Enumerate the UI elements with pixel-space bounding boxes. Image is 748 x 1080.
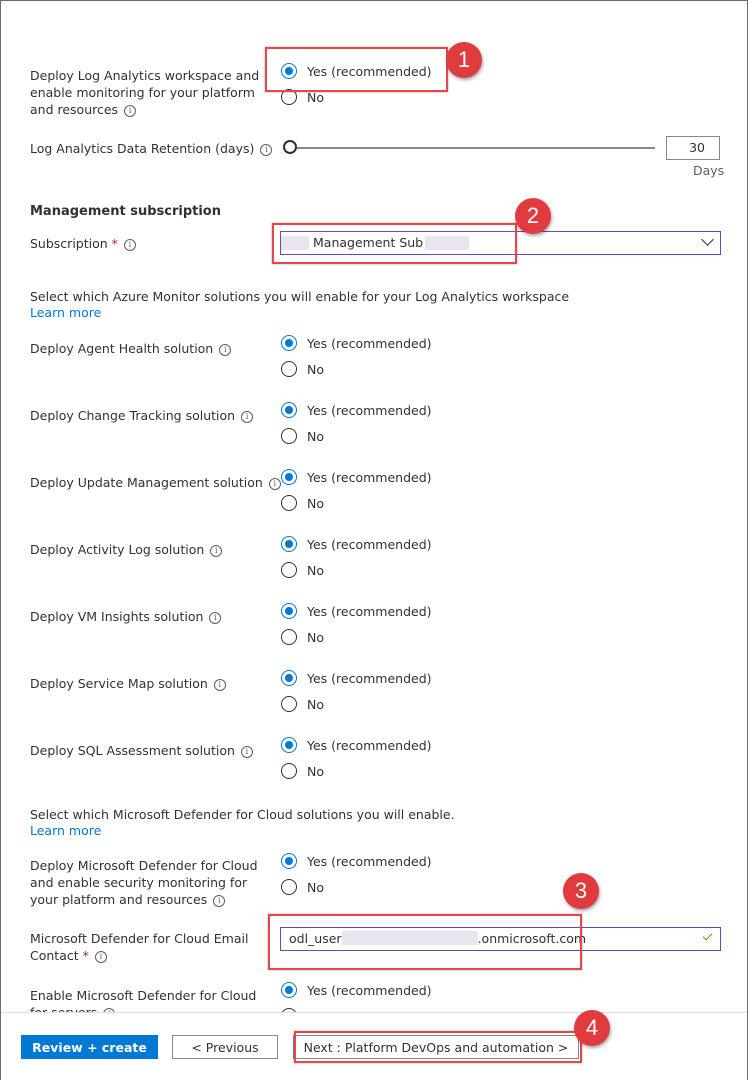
chevron-down-icon <box>701 233 714 246</box>
radio-empty-icon <box>281 696 297 712</box>
defender-yes-radio[interactable]: Yes (recommended) <box>281 852 432 872</box>
retention-unit: Days <box>693 163 725 178</box>
defender-servers-yes-radio[interactable]: Yes (recommended) <box>281 981 432 1001</box>
radio-selected-icon <box>281 335 297 351</box>
defender-no-radio[interactable]: No <box>281 878 324 898</box>
callout-box-2 <box>272 223 517 264</box>
radio-selected-icon <box>281 603 297 619</box>
radio-selected-icon <box>281 853 297 869</box>
radio-selected-icon <box>281 402 297 418</box>
radio-selected-icon <box>281 536 297 552</box>
info-icon[interactable]: i <box>213 679 226 691</box>
radio-empty-icon <box>281 763 297 779</box>
info-icon[interactable]: i <box>268 478 281 490</box>
solution-no-radio[interactable]: No <box>281 762 324 782</box>
radio-selected-icon <box>281 982 297 998</box>
solution-label: Deploy SQL Assessment solution i <box>30 742 253 759</box>
review-create-button[interactable]: Review + create <box>21 1035 158 1059</box>
callout-box-4 <box>294 1031 582 1063</box>
solution-label: Deploy VM Insights solution i <box>30 608 222 625</box>
info-icon[interactable]: i <box>124 105 137 117</box>
radio-empty-icon <box>281 428 297 444</box>
defender-learn-more-link[interactable]: Learn more <box>30 823 101 838</box>
radio-empty-icon <box>281 562 297 578</box>
callout-badge-4: 4 <box>574 1010 610 1046</box>
info-icon[interactable]: i <box>260 144 273 156</box>
solution-no-radio[interactable]: No <box>281 427 324 447</box>
info-icon[interactable]: i <box>94 951 107 963</box>
retention-label: Log Analytics Data Retention (days) i <box>30 140 273 157</box>
defender-intro: Select which Microsoft Defender for Clou… <box>30 807 455 822</box>
solution-yes-radio[interactable]: Yes (recommended) <box>281 736 432 756</box>
solution-no-radio[interactable]: No <box>281 628 324 648</box>
solution-label: Deploy Activity Log solution i <box>30 541 223 558</box>
deploy-defender-label: Deploy Microsoft Defender for Cloud and … <box>30 858 258 907</box>
retention-days-input[interactable]: 30 <box>666 136 720 160</box>
radio-selected-icon <box>281 737 297 753</box>
solution-label: Deploy Change Tracking solution i <box>30 407 254 424</box>
callout-box-1 <box>265 47 448 92</box>
info-icon[interactable]: i <box>240 746 253 758</box>
solution-yes-radio[interactable]: Yes (recommended) <box>281 468 432 488</box>
radio-empty-icon <box>281 879 297 895</box>
solution-label: Deploy Agent Health solution i <box>30 340 232 357</box>
monitor-intro: Select which Azure Monitor solutions you… <box>30 289 570 304</box>
retention-slider-thumb[interactable] <box>283 140 297 154</box>
previous-button[interactable]: < Previous <box>172 1035 278 1059</box>
solution-no-radio[interactable]: No <box>281 695 324 715</box>
defender-email-label: Microsoft Defender for Cloud Email Conta… <box>30 931 249 963</box>
callout-box-3 <box>268 914 582 970</box>
subscription-label: Subscription * i <box>30 235 136 252</box>
solution-yes-radio[interactable]: Yes (recommended) <box>281 334 432 354</box>
radio-empty-icon <box>281 495 297 511</box>
solution-yes-radio[interactable]: Yes (recommended) <box>281 602 432 622</box>
monitor-learn-more-link[interactable]: Learn more <box>30 305 101 320</box>
solution-yes-radio[interactable]: Yes (recommended) <box>281 535 432 555</box>
solution-label: Deploy Service Map solution i <box>30 675 226 692</box>
callout-badge-2: 2 <box>515 198 551 234</box>
solution-yes-radio[interactable]: Yes (recommended) <box>281 401 432 421</box>
solution-yes-radio[interactable]: Yes (recommended) <box>281 669 432 689</box>
info-icon[interactable]: i <box>210 545 223 557</box>
solution-label: Deploy Update Management solution i <box>30 474 281 491</box>
radio-selected-icon <box>281 469 297 485</box>
info-icon[interactable]: i <box>213 895 226 907</box>
callout-badge-3: 3 <box>563 873 599 909</box>
solution-no-radio[interactable]: No <box>281 561 324 581</box>
solution-no-radio[interactable]: No <box>281 494 324 514</box>
radio-empty-icon <box>281 361 297 377</box>
info-icon[interactable]: i <box>123 239 136 251</box>
solution-no-radio[interactable]: No <box>281 360 324 380</box>
radio-selected-icon <box>281 670 297 686</box>
retention-slider-track[interactable] <box>290 147 655 149</box>
info-icon[interactable]: i <box>241 411 254 423</box>
info-icon[interactable]: i <box>209 612 222 624</box>
management-section-title: Management subscription <box>30 204 221 219</box>
checkmark-icon <box>702 930 713 941</box>
info-icon[interactable]: i <box>219 344 232 356</box>
deploy-log-analytics-label: Deploy Log Analytics workspace and enabl… <box>30 68 260 117</box>
radio-empty-icon <box>281 629 297 645</box>
callout-badge-1: 1 <box>446 42 482 78</box>
